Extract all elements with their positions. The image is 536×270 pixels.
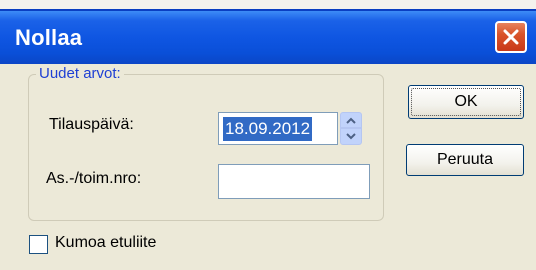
cancel-button[interactable]: Peruuta [406, 144, 524, 176]
dialog-window: Nollaa Uudet arvot: Tilauspäivä: 18.09.2… [0, 0, 536, 270]
customer-number-input[interactable] [218, 164, 370, 199]
revoke-prefix-label[interactable]: Kumoa etuliite [55, 234, 156, 252]
date-spin-up-button[interactable] [340, 112, 362, 128]
ok-button[interactable]: OK [408, 85, 524, 119]
chevron-down-icon [346, 133, 356, 140]
order-date-label: Tilauspäivä: [49, 116, 134, 133]
cancel-button-label: Peruuta [436, 151, 494, 168]
dialog-title: Nollaa [15, 25, 83, 50]
order-date-field[interactable]: 18.09.2012 [218, 112, 338, 145]
ok-button-label: OK [454, 93, 478, 110]
title-bar[interactable]: Nollaa [0, 11, 536, 64]
chevron-up-icon [346, 117, 356, 124]
close-button[interactable] [495, 21, 527, 53]
date-spin-down-button[interactable] [340, 128, 362, 145]
close-icon [503, 29, 519, 45]
customer-number-label: As.-/toim.nro: [46, 170, 142, 187]
order-date-value: 18.09.2012 [223, 117, 313, 141]
dialog-content: Uudet arvot: Tilauspäivä: 18.09.2012 As.… [0, 64, 536, 270]
group-legend: Uudet arvot: [36, 64, 124, 84]
revoke-prefix-checkbox[interactable] [29, 235, 48, 254]
